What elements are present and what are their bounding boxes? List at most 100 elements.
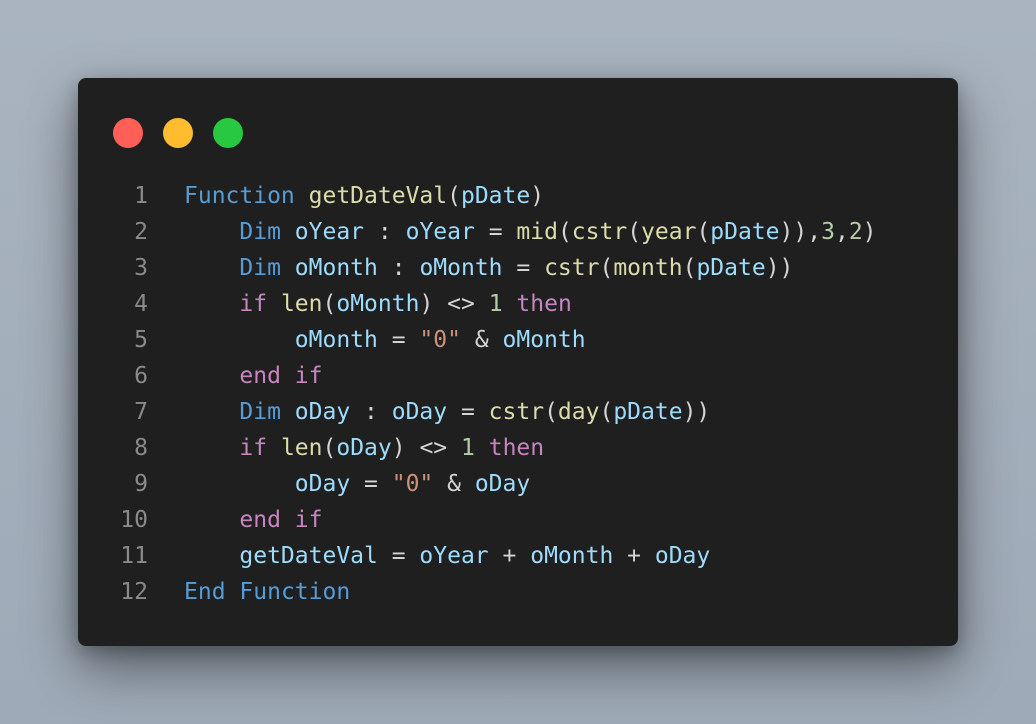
code-token: 2 <box>848 219 863 245</box>
maximize-button[interactable] <box>213 118 243 148</box>
code-token: )) <box>765 255 794 281</box>
line-number: 1 <box>134 183 148 209</box>
code-token: oMonth <box>294 327 378 353</box>
code-token: & <box>433 471 475 497</box>
code-token: ) <box>862 219 877 245</box>
code-token: ( <box>599 399 614 425</box>
code-token: oYear <box>294 219 365 245</box>
code-text: Dim oDay : oDay = cstr(day(pDate)) <box>148 394 710 430</box>
code-line: 2 Dim oYear : oYear = mid(cstr(year(pDat… <box>78 214 958 250</box>
code-text: oDay = "0" & oDay <box>148 466 530 502</box>
code-line: 5 oMonth = "0" & oMonth <box>78 322 958 358</box>
line-number: 10 <box>120 507 148 533</box>
code-token: oMonth <box>530 543 614 569</box>
line-number: 3 <box>134 255 148 281</box>
code-token: oDay <box>474 471 531 497</box>
code-token: len <box>280 435 323 461</box>
code-token: + <box>613 543 655 569</box>
code-token: oDay <box>391 399 448 425</box>
code-token: year <box>641 219 697 245</box>
code-token: if <box>239 435 268 461</box>
line-number: 6 <box>134 363 148 389</box>
close-button[interactable] <box>113 118 143 148</box>
code-token: ( <box>322 291 337 317</box>
minimize-button[interactable] <box>163 118 193 148</box>
code-token: oYear <box>419 543 489 569</box>
code-line: 8 if len(oDay) <> 1 then <box>78 430 958 466</box>
code-token: = <box>447 399 489 425</box>
code-token: end <box>239 507 281 533</box>
code-token: oDay <box>336 435 392 461</box>
code-token: = <box>350 471 392 497</box>
code-text: end if <box>148 358 323 394</box>
code-token: ( <box>322 435 337 461</box>
window-controls <box>113 118 243 148</box>
code-token: ( <box>557 219 572 245</box>
code-token: oMonth <box>419 255 503 281</box>
line-number: 5 <box>134 327 148 353</box>
code-token: "0" <box>419 327 461 353</box>
code-token: if <box>294 363 323 389</box>
code-token: oDay <box>294 471 351 497</box>
code-token: getDateVal <box>308 183 448 209</box>
code-token: getDateVal <box>239 543 378 569</box>
code-text: End Function <box>148 574 350 610</box>
code-token: day <box>557 399 600 425</box>
code-token: )), <box>779 219 822 245</box>
code-token: ( <box>544 399 558 425</box>
code-token: 3 <box>821 219 835 245</box>
code-token: oMonth <box>502 327 586 353</box>
code-token: oYear <box>405 219 475 245</box>
code-token: Dim <box>239 399 281 425</box>
code-text: Dim oMonth : oMonth = cstr(month(pDate)) <box>148 250 793 286</box>
code-line: 1 Function getDateVal(pDate) <box>78 178 958 214</box>
code-token: "0" <box>391 471 434 497</box>
line-number: 8 <box>134 435 148 461</box>
code-token: Function <box>239 579 351 605</box>
code-window: 1 Function getDateVal(pDate) 2 Dim oYear :… <box>78 78 958 646</box>
code-token: = <box>474 219 517 245</box>
code-token: cstr <box>571 219 628 245</box>
code-block: 1 Function getDateVal(pDate) 2 Dim oYear :… <box>78 178 958 610</box>
code-token: ( <box>682 255 697 281</box>
code-token: End <box>184 579 226 605</box>
code-token: Dim <box>239 219 281 245</box>
code-token: pDate <box>613 399 683 425</box>
code-token: = <box>502 255 545 281</box>
code-token: ( <box>627 219 642 245</box>
code-token: oMonth <box>336 291 420 317</box>
code-token: Function <box>184 183 295 209</box>
code-token: 1 <box>488 291 503 317</box>
code-token: ) <> <box>391 435 461 461</box>
code-token: pDate <box>696 255 766 281</box>
code-token: , <box>834 219 849 245</box>
code-text: end if <box>148 502 322 538</box>
code-token: cstr <box>488 399 545 425</box>
code-line: 9 oDay = "0" & oDay <box>78 466 958 502</box>
code-token: end <box>239 363 281 389</box>
line-number: 11 <box>120 543 148 569</box>
code-token: ( <box>696 219 711 245</box>
code-token: oMonth <box>294 255 378 281</box>
code-token: : <box>364 219 406 245</box>
code-token: then <box>516 291 572 317</box>
line-number: 9 <box>134 471 148 497</box>
code-token: ( <box>599 255 614 281</box>
code-line: 6 end if <box>78 358 958 394</box>
code-token: = <box>377 543 420 569</box>
